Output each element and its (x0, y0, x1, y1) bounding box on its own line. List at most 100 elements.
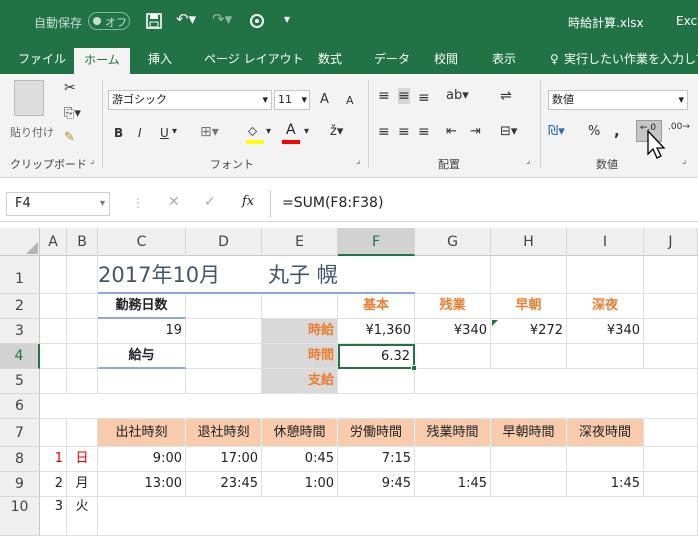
column-header-h[interactable]: H (491, 228, 567, 256)
cell-i8[interactable] (567, 447, 644, 472)
redo-icon[interactable]: ↷▾ (212, 10, 232, 28)
autosave-toggle[interactable]: オフ (88, 12, 130, 30)
cancel-icon[interactable]: ✕ (168, 194, 180, 210)
cell-g8[interactable] (415, 447, 491, 472)
cell-f8[interactable]: 7:15 (338, 447, 415, 472)
row-header-7[interactable]: 7 (0, 419, 40, 447)
merge-center-icon[interactable]: ⊟▾ (500, 124, 517, 139)
cell[interactable] (40, 419, 67, 447)
row-header-6[interactable]: 6 (0, 394, 40, 419)
alignment-launcher-icon[interactable]: ⌟ (526, 156, 530, 166)
column-header-i[interactable]: I (567, 228, 644, 256)
cell[interactable] (644, 294, 698, 319)
cell-g9[interactable]: 1:45 (415, 472, 491, 497)
column-header-e[interactable]: E (262, 228, 338, 256)
cell[interactable] (644, 419, 698, 447)
font-launcher-icon[interactable]: ⌟ (356, 156, 360, 166)
tab-data[interactable]: データ (370, 44, 414, 74)
cell-b1[interactable] (67, 256, 98, 294)
font-grow-icon[interactable]: A (320, 92, 329, 107)
cell[interactable] (40, 344, 67, 369)
bold-button[interactable]: B (114, 126, 123, 140)
cell[interactable] (186, 369, 262, 394)
cell-e9[interactable]: 1:00 (262, 472, 338, 497)
cell-c1-title[interactable]: 2017年10月 (98, 256, 262, 294)
header-night-hours[interactable]: 深夜時間 (567, 419, 644, 447)
row-header-3[interactable]: 3 (0, 319, 40, 344)
cell[interactable] (491, 344, 567, 369)
cell[interactable] (67, 344, 98, 369)
paste-icon[interactable] (14, 80, 44, 116)
align-right-icon[interactable]: ≡ (418, 124, 430, 140)
cell-a8-day[interactable]: 1 (40, 447, 67, 472)
cell-j9[interactable] (644, 472, 698, 497)
column-header-j[interactable]: J (644, 228, 698, 256)
cell-f4-hours-selected[interactable]: 6.32 (338, 344, 415, 369)
cell[interactable] (567, 344, 644, 369)
tab-home[interactable]: ホーム (74, 48, 130, 74)
cell-i3-night-rate[interactable]: ¥340 (567, 319, 644, 344)
align-left-icon[interactable]: ≡ (378, 124, 390, 140)
row-header-2[interactable]: 2 (0, 294, 40, 319)
font-size-dropdown[interactable]: 11 ▾ (274, 90, 310, 110)
header-overtime-hours[interactable]: 残業時間 (415, 419, 491, 447)
cell-a9-day[interactable]: 2 (40, 472, 67, 497)
cell-h9[interactable] (491, 472, 567, 497)
header-clock-out[interactable]: 退社時刻 (186, 419, 262, 447)
insert-function-icon[interactable]: fx (242, 194, 254, 209)
column-header-a[interactable]: A (40, 228, 67, 256)
cell-h8[interactable] (491, 447, 567, 472)
increase-indent-icon[interactable]: ⇥ (470, 124, 481, 139)
cell[interactable] (67, 294, 98, 319)
cell[interactable] (67, 419, 98, 447)
tell-me-box[interactable]: 実行したい作業を入力して (560, 44, 698, 74)
cell-j8[interactable] (644, 447, 698, 472)
comma-button[interactable]: , (614, 122, 620, 140)
cell-d9[interactable]: 23:45 (186, 472, 262, 497)
font-name-dropdown[interactable]: 游ゴシック ▾ (108, 90, 272, 110)
cell-f9[interactable]: 9:45 (338, 472, 415, 497)
cell-g2-overtime-label[interactable]: 残業 (415, 294, 491, 319)
tab-formulas[interactable]: 数式 (314, 44, 346, 74)
wrap-text-icon[interactable]: ⇌ (500, 88, 512, 104)
cell[interactable] (415, 369, 698, 394)
underline-button[interactable]: U (160, 126, 169, 140)
row-header-5[interactable]: 5 (0, 369, 40, 394)
cell-c4-salary-label[interactable]: 給与 (98, 344, 186, 369)
cell-e5-pay-label[interactable]: 支給 (262, 369, 338, 394)
currency-icon[interactable]: ₪▾ (548, 124, 565, 139)
row-header-9[interactable]: 9 (0, 472, 40, 497)
cell-e8[interactable]: 0:45 (262, 447, 338, 472)
decrease-indent-icon[interactable]: ⇤ (446, 124, 457, 139)
row-6-cells[interactable] (40, 394, 698, 419)
chevron-down-icon[interactable]: ▾ (172, 126, 177, 137)
column-header-b[interactable]: B (67, 228, 98, 256)
fill-handle[interactable] (411, 365, 417, 371)
cell-c8[interactable]: 9:00 (98, 447, 186, 472)
cell-c3-workdays-value[interactable]: 19 (98, 319, 186, 344)
cell[interactable] (644, 344, 698, 369)
cell[interactable] (40, 294, 67, 319)
cell-h3-early-rate[interactable]: ¥272 (491, 319, 567, 344)
column-header-f[interactable]: F (338, 228, 415, 256)
cell-e1-name[interactable]: 丸子 幌 (262, 256, 415, 294)
undo-icon[interactable]: ↶▾ (176, 10, 196, 28)
chevron-down-icon[interactable]: ▾ (304, 126, 309, 137)
cell-h2-early-label[interactable]: 早朝 (491, 294, 567, 319)
cell-e3-hourly-label[interactable]: 時給 (262, 319, 338, 344)
name-box[interactable]: F4 ▾ (6, 192, 110, 216)
align-center-icon[interactable]: ≡ (398, 124, 410, 140)
orientation-icon[interactable]: ab▾ (446, 88, 469, 103)
number-format-dropdown[interactable]: 数値 ▾ (548, 90, 688, 110)
row-header-10[interactable]: 10 (0, 497, 40, 536)
cell-i1[interactable] (567, 256, 644, 294)
column-header-d[interactable]: D (186, 228, 262, 256)
enter-icon[interactable]: ✓ (204, 194, 216, 210)
tab-review[interactable]: 校閲 (430, 44, 462, 74)
phonetic-icon[interactable]: ž▾ (330, 124, 343, 139)
row-10-cells[interactable] (98, 497, 698, 536)
cell[interactable] (186, 319, 262, 344)
cell-g3-overtime-rate[interactable]: ¥340 (415, 319, 491, 344)
cell-i2-night-label[interactable]: 深夜 (567, 294, 644, 319)
cell-b9-weekday[interactable]: 月 (67, 472, 98, 497)
